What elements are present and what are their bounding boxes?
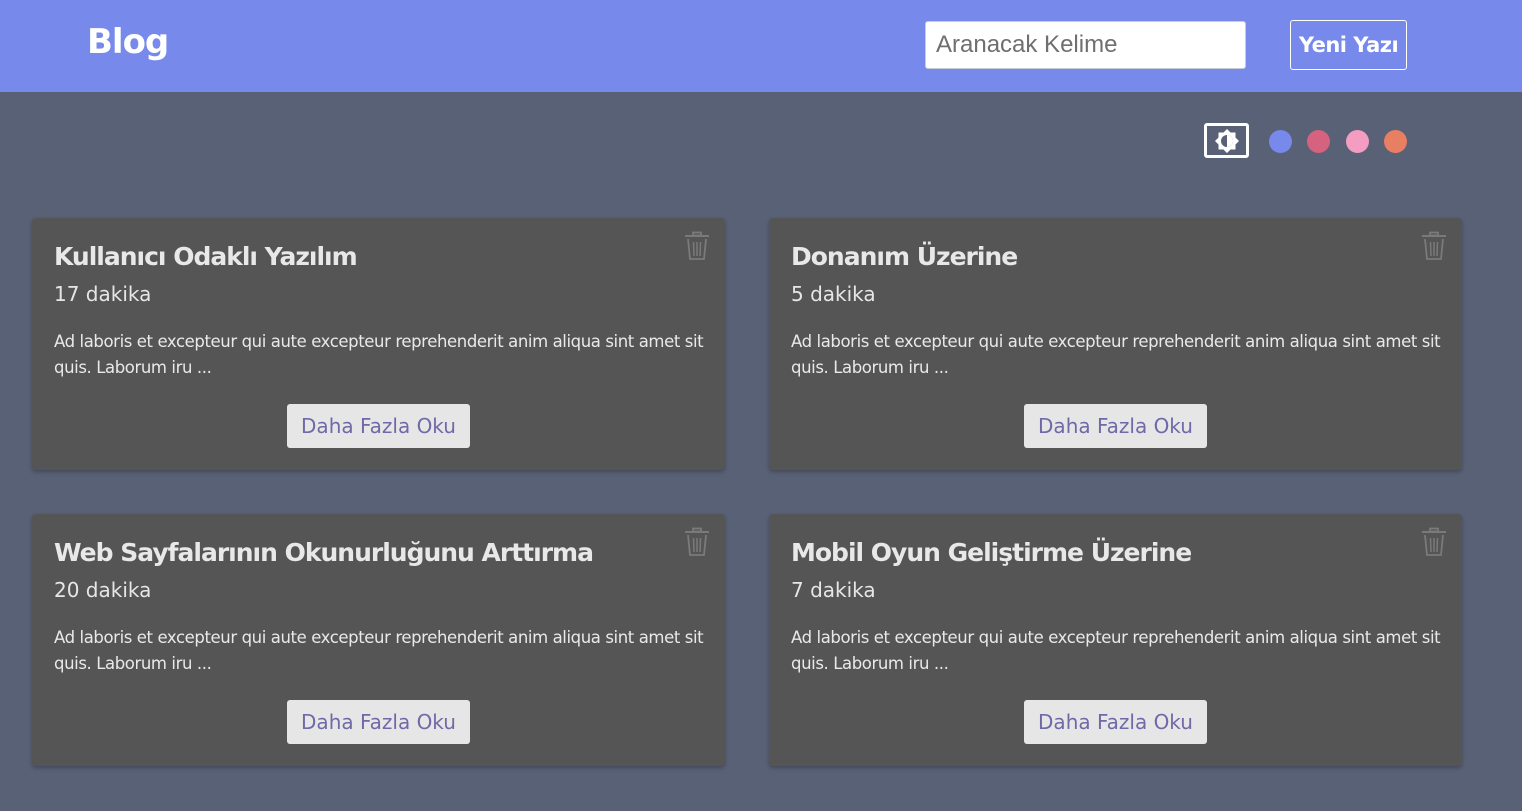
theme-toggle-button[interactable] (1204, 123, 1249, 158)
post-title: Web Sayfalarının Okunurluğunu Arttırma (54, 538, 594, 567)
blog-logo[interactable]: Blog (87, 22, 169, 62)
new-post-button[interactable]: Yeni Yazı (1290, 20, 1407, 70)
post-card: Kullanıcı Odaklı Yazılım 17 dakika Ad la… (32, 218, 725, 470)
read-more-button[interactable]: Daha Fazla Oku (1024, 700, 1207, 744)
post-read-time: 7 dakika (791, 578, 876, 602)
top-navbar: Blog Yeni Yazı (0, 0, 1522, 92)
post-read-time: 5 dakika (791, 282, 876, 306)
read-more-button[interactable]: Daha Fazla Oku (1024, 404, 1207, 448)
post-title: Kullanıcı Odaklı Yazılım (54, 242, 358, 271)
theme-swatch-pink[interactable] (1346, 130, 1369, 153)
post-card: Donanım Üzerine 5 dakika Ad laboris et e… (769, 218, 1462, 470)
read-more-button[interactable]: Daha Fazla Oku (287, 404, 470, 448)
post-title: Donanım Üzerine (791, 242, 1018, 271)
post-excerpt: Ad laboris et excepteur qui aute excepte… (791, 332, 1441, 377)
theme-swatch-orange[interactable] (1384, 130, 1407, 153)
post-read-time: 17 dakika (54, 282, 152, 306)
search-input[interactable] (925, 21, 1246, 69)
post-card: Mobil Oyun Geliştirme Üzerine 7 dakika A… (769, 514, 1462, 766)
trash-icon[interactable] (1420, 527, 1448, 557)
post-excerpt: Ad laboris et excepteur qui aute excepte… (791, 628, 1441, 673)
post-excerpt: Ad laboris et excepteur qui aute excepte… (54, 628, 704, 673)
trash-icon[interactable] (683, 231, 711, 261)
theme-swatch-rose[interactable] (1307, 130, 1330, 153)
post-card: Web Sayfalarının Okunurluğunu Arttırma 2… (32, 514, 725, 766)
trash-icon[interactable] (683, 527, 711, 557)
post-read-time: 20 dakika (54, 578, 152, 602)
trash-icon[interactable] (1420, 231, 1448, 261)
brightness-icon (1214, 128, 1239, 153)
post-excerpt: Ad laboris et excepteur qui aute excepte… (54, 332, 704, 377)
post-title: Mobil Oyun Geliştirme Üzerine (791, 538, 1192, 567)
theme-swatch-blue[interactable] (1269, 130, 1292, 153)
read-more-button[interactable]: Daha Fazla Oku (287, 700, 470, 744)
